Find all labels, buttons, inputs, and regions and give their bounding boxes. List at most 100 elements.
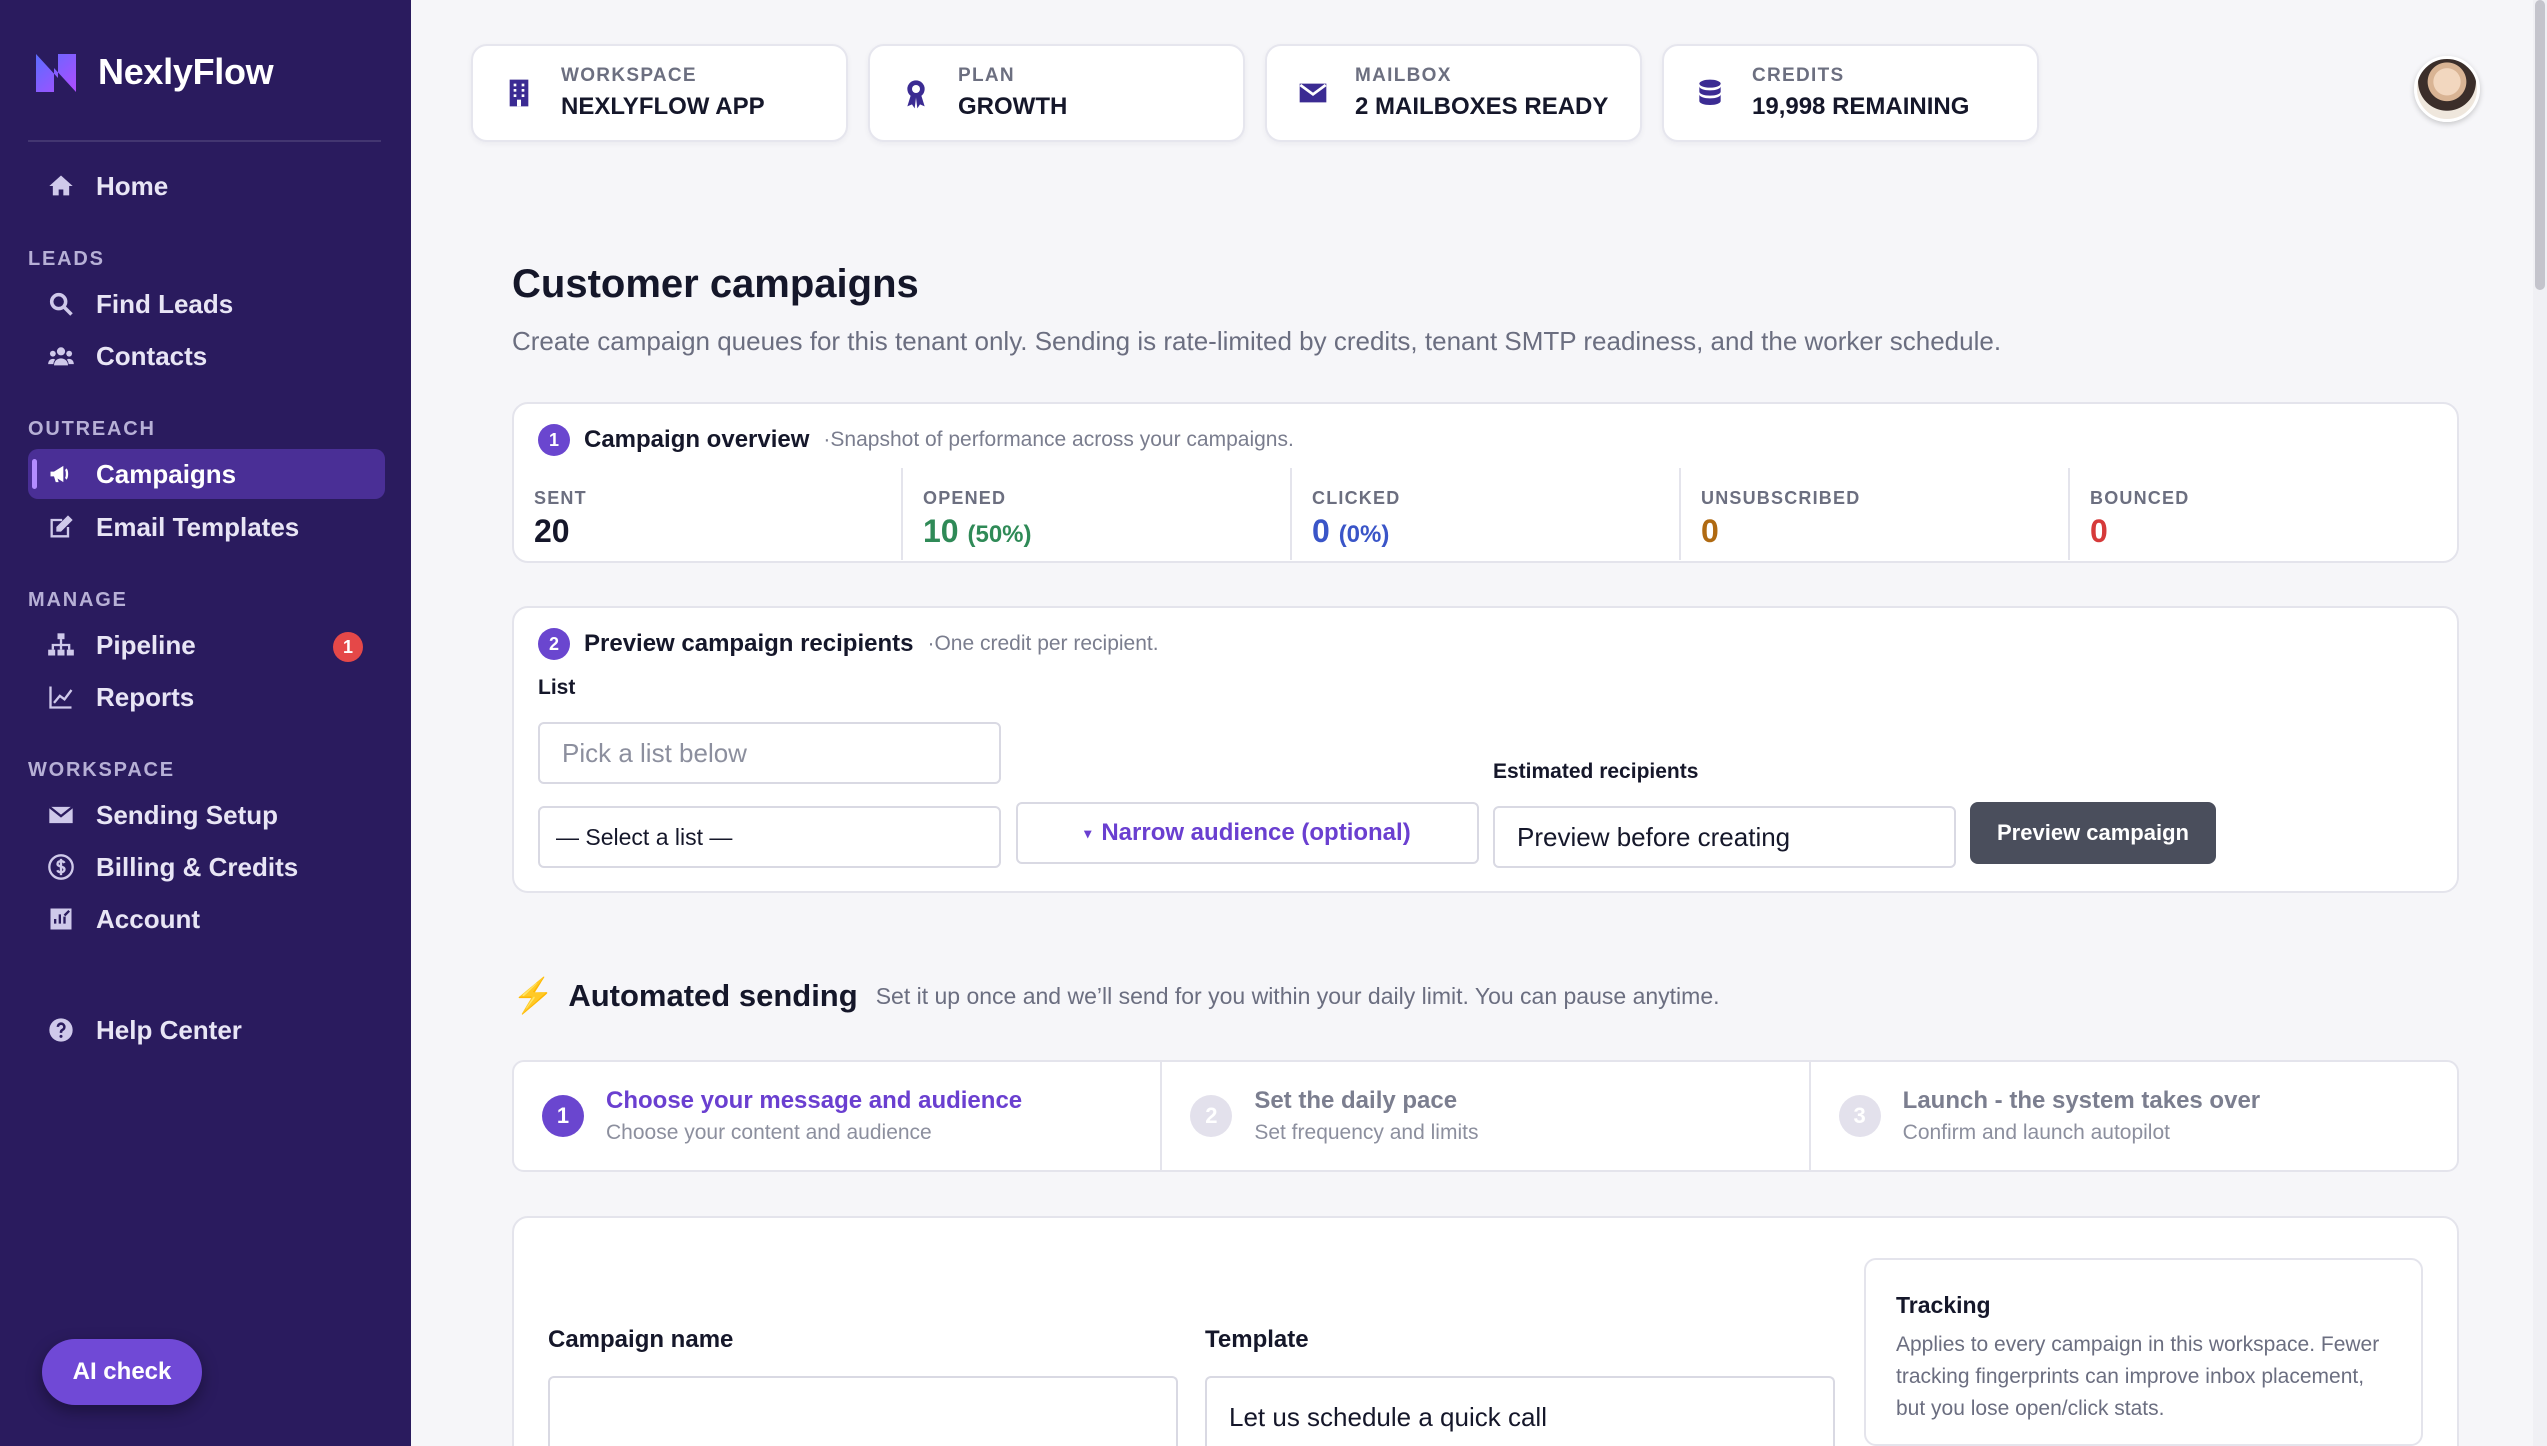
tracking-title: Tracking (1896, 1292, 1991, 1318)
sidebar-item-label: Account (96, 903, 200, 934)
template-select[interactable]: Let us schedule a quick call (1205, 1376, 1835, 1446)
sidebar-divider (28, 140, 381, 142)
plan-value: GROWTH (958, 93, 1068, 120)
workspace-card[interactable]: WORKSPACE NEXLYFLOW APP (471, 44, 848, 142)
list-select[interactable]: — Select a list — (538, 806, 1001, 868)
list-search-input[interactable]: Pick a list below (538, 722, 1001, 784)
narrow-audience-label: Narrow audience (optional) (1101, 819, 1411, 846)
step-number: 2 (1190, 1095, 1233, 1137)
credits-label: CREDITS (1752, 65, 1845, 86)
stat-value: 0 (0%) (1312, 513, 1390, 549)
step-number: 2 (538, 628, 570, 660)
sidebar-item-billing-credits[interactable]: Billing & Credits (28, 842, 385, 892)
stat-value: 0 (1701, 513, 1719, 549)
template-label: Template (1205, 1326, 1309, 1353)
step-number: 1 (538, 424, 570, 456)
stat-sent: SENT 20 (514, 468, 901, 560)
sidebar-item-sending-setup[interactable]: Sending Setup (28, 790, 385, 840)
caret-down-icon: ▾ (1084, 824, 1092, 841)
users-icon (46, 341, 76, 371)
stat-opened: OPENED 10 (50%) (901, 468, 1290, 560)
stat-label: BOUNCED (2090, 488, 2190, 508)
stat-value: 10 (50%) (923, 513, 1032, 549)
lightning-icon: ⚡ (512, 977, 555, 1015)
sidebar-item-label: Reports (96, 681, 195, 712)
sidebar-item-contacts[interactable]: Contacts (28, 331, 385, 381)
estimated-recipients-field[interactable]: Preview before creating (1493, 806, 1956, 868)
envelope-icon (46, 800, 76, 830)
sidebar-item-label: Campaigns (96, 458, 237, 489)
sidebar-item-label: Help Center (96, 1014, 242, 1045)
step-daily-pace[interactable]: 2 Set the daily pace Set frequency and l… (1160, 1062, 1808, 1170)
tracking-card: Tracking Applies to every campaign in th… (1864, 1258, 2423, 1446)
sidebar-item-label: Sending Setup (96, 799, 278, 830)
envelope-icon (1297, 77, 1329, 109)
narrow-audience-toggle[interactable]: ▾ Narrow audience (optional) (1016, 802, 1479, 864)
sidebar-item-pipeline[interactable]: Pipeline 1 (28, 620, 385, 670)
step-subtitle: Set frequency and limits (1254, 1121, 1479, 1144)
sidebar-item-account[interactable]: Account (28, 894, 385, 944)
sidebar-section-leads: LEADS (28, 248, 105, 270)
sidebar: NexlyFlow Home LEADS Find Leads Contacts… (0, 0, 411, 1446)
stat-percent: (0%) (1338, 521, 1390, 548)
edit-template-icon (46, 512, 76, 542)
plan-card[interactable]: PLAN GROWTH (868, 44, 1245, 142)
step-subtitle: Choose your content and audience (606, 1121, 932, 1144)
preview-hint: ·One credit per recipient. (927, 632, 1159, 655)
account-chart-icon (46, 904, 76, 934)
plan-label: PLAN (958, 65, 1015, 86)
step-choose-message[interactable]: 1 Choose your message and audience Choos… (514, 1062, 1160, 1170)
sidebar-item-label: Find Leads (96, 288, 234, 319)
campaign-name-label: Campaign name (548, 1326, 734, 1353)
sidebar-item-home[interactable]: Home (28, 161, 385, 211)
mailbox-card[interactable]: MAILBOX 2 MAILBOXES READY (1265, 44, 1642, 142)
stat-value: 20 (534, 513, 570, 549)
automation-stepper: 1 Choose your message and audience Choos… (512, 1060, 2459, 1172)
megaphone-icon (46, 459, 76, 489)
workspace-value: NEXLYFLOW APP (561, 93, 765, 120)
tracking-description: Applies to every campaign in this worksp… (1896, 1333, 2380, 1420)
campaign-overview-panel: 1 Campaign overview ·Snapshot of perform… (512, 402, 2459, 563)
mailbox-value: 2 MAILBOXES READY (1355, 93, 1609, 120)
preview-campaign-button[interactable]: Preview campaign (1970, 802, 2216, 864)
credits-card[interactable]: CREDITS 19,998 REMAINING (1662, 44, 2039, 142)
brand[interactable]: NexlyFlow (32, 48, 274, 96)
automated-sending-subtitle: Set it up once and we’ll send for you wi… (875, 982, 1720, 1009)
preview-title: Preview campaign recipients (584, 630, 914, 657)
sidebar-section-manage: MANAGE (28, 589, 128, 611)
brand-name: NexlyFlow (98, 51, 274, 92)
preview-header: 2 Preview campaign recipients ·One credi… (538, 628, 1159, 660)
sidebar-item-find-leads[interactable]: Find Leads (28, 279, 385, 329)
sidebar-item-label: Email Templates (96, 511, 300, 542)
sidebar-item-label: Contacts (96, 340, 208, 371)
automated-sending-title: Automated sending (568, 978, 858, 1013)
ai-check-button[interactable]: AI check (42, 1339, 202, 1405)
user-avatar[interactable] (2414, 56, 2480, 122)
database-icon (1694, 77, 1726, 109)
sidebar-item-help-center[interactable]: Help Center (28, 1005, 385, 1055)
step-title: Choose your message and audience (606, 1087, 1023, 1114)
sidebar-item-label: Billing & Credits (96, 851, 299, 882)
overview-stats: SENT 20 OPENED 10 (50%) CLICKED 0 (0%) U… (514, 468, 2457, 560)
step-subtitle: Confirm and launch autopilot (1902, 1121, 2170, 1144)
estimated-recipients-label: Estimated recipients (1493, 760, 1699, 783)
step-title: Launch - the system takes over (1902, 1087, 2261, 1114)
building-icon (503, 77, 535, 109)
sidebar-item-campaigns[interactable]: Campaigns (28, 449, 385, 499)
campaign-name-input[interactable] (548, 1376, 1178, 1446)
sidebar-item-reports[interactable]: Reports (28, 672, 385, 722)
stat-clicked: CLICKED 0 (0%) (1290, 468, 1679, 560)
sidebar-section-outreach: OUTREACH (28, 418, 156, 440)
overview-title: Campaign overview (584, 426, 810, 453)
credits-value: 19,998 REMAINING (1752, 93, 1970, 120)
step-launch[interactable]: 3 Launch - the system takes over Confirm… (1808, 1062, 2457, 1170)
step-number: 1 (542, 1095, 584, 1137)
scrollbar-thumb[interactable] (2535, 0, 2545, 290)
sidebar-item-email-templates[interactable]: Email Templates (28, 502, 385, 552)
sidebar-section-workspace: WORKSPACE (28, 759, 175, 781)
overview-hint: ·Snapshot of performance across your cam… (823, 428, 1294, 451)
line-chart-icon (46, 682, 76, 712)
page-scrollbar[interactable] (2533, 0, 2547, 1446)
sidebar-item-label: Pipeline (96, 629, 196, 660)
overview-header: 1 Campaign overview ·Snapshot of perform… (538, 424, 1294, 456)
